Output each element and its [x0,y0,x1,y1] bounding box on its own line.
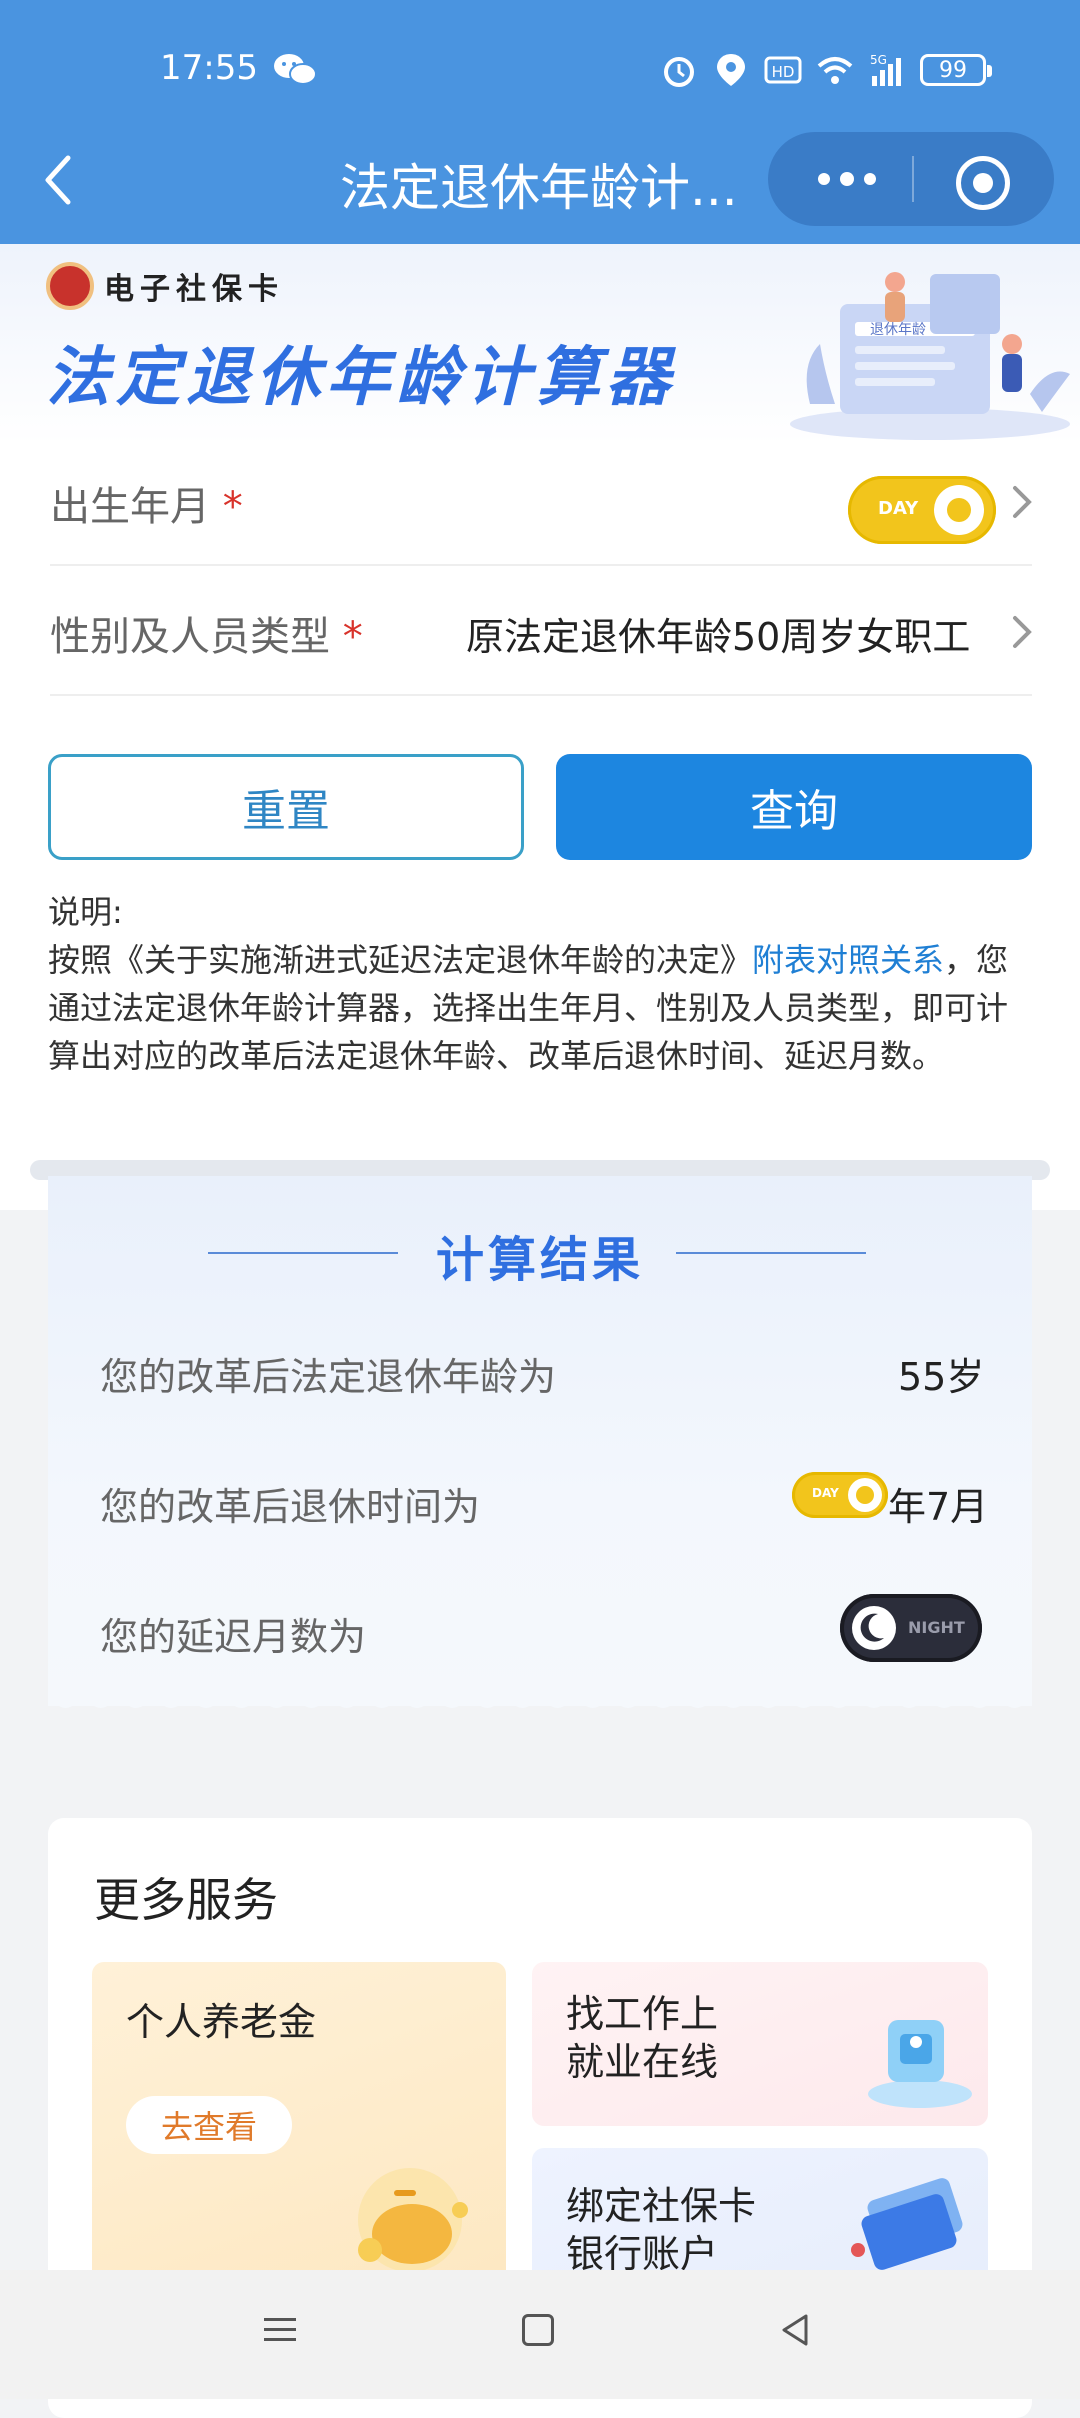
menu-icon[interactable] [262,2312,298,2348]
retirement-illustration: 退休年龄 [790,272,1070,440]
svg-text:5G: 5G [870,53,887,67]
battery-indicator: 99 [920,54,992,86]
birth-label: 出生年月 * [50,484,243,530]
banner-title: 法定退休年龄计算器 [46,341,676,415]
night-mode-toggle[interactable]: NIGHT [840,1594,982,1662]
toggle-label: NIGHT [908,1618,965,1637]
wechat-icon [274,54,317,85]
sun-icon [856,1486,874,1504]
job-tile-line2: 就业在线 [566,2040,719,2084]
home-icon[interactable] [522,2314,554,2346]
hd-icon: HD [764,56,802,84]
result-label-age: 您的改革后法定退休年龄为 [100,1355,557,1399]
type-select-value[interactable]: 原法定退休年龄50周岁女职工 [466,606,970,661]
sun-icon [947,498,971,522]
toggle-label: DAY [878,498,919,519]
type-label: 性别及人员类型 * [50,614,363,660]
toggle-label: DAY [812,1486,839,1500]
job-tile-line1: 找工作上 [566,1992,719,2036]
description-body: 按照《关于实施渐进式延迟法定退休年龄的决定》附表对照关系，您通过法定退休年龄计算… [48,941,1009,1075]
chevron-right-icon[interactable] [1010,612,1034,652]
status-time: 17:55 [160,48,258,88]
page-title: 法定退休年龄计... [340,159,738,217]
moon-icon [852,1606,896,1650]
result-label-time: 您的改革后退休时间为 [100,1485,481,1529]
bank-tile-line1: 绑定社保卡 [566,2184,757,2228]
query-button[interactable]: 查询 [556,754,1032,860]
logo-text: 电子社保卡 [104,272,284,307]
pension-tile-label: 个人养老金 [126,2000,317,2044]
piggy-bank-icon [358,2168,468,2272]
svg-text:HD: HD [772,63,795,81]
back-icon[interactable] [38,150,78,210]
description-heading: 说明: [48,893,123,931]
job-illustration-icon [868,2020,972,2108]
signal-icon: 5G [870,53,901,86]
location-icon [717,54,745,86]
more-services-title: 更多服务 [94,1873,278,1927]
description: 说明: 按照《关于实施渐进式延迟法定退休年龄的决定》附表对照关系，您通过法定退休… [48,888,1034,1080]
alarm-icon [664,57,694,87]
divider [50,564,1032,566]
result-title: 计算结果 [435,1232,644,1288]
chevron-right-icon[interactable] [1010,482,1034,522]
close-miniapp-icon[interactable] [956,156,1010,210]
result-value-age: 55岁 [898,1355,985,1399]
svg-text:退休年龄: 退休年龄 [870,322,926,338]
reset-button[interactable]: 重置 [48,754,524,860]
system-back-icon[interactable] [778,2312,814,2348]
bank-card-icon [851,2178,963,2270]
social-security-logo-icon [46,262,94,310]
more-options-icon[interactable] [800,150,894,208]
result-label-delay: 您的延迟月数为 [100,1615,367,1659]
wifi-icon [817,57,853,84]
status-icons: HD 5G 99 [660,50,992,90]
divider [50,694,1032,696]
day-mode-toggle-small[interactable]: DAY [792,1472,888,1518]
capsule-divider [912,156,914,202]
result-card-wave-edge [48,1694,1032,1708]
day-mode-toggle[interactable]: DAY [848,476,996,544]
comparison-table-link[interactable]: 附表对照关系 [752,941,944,979]
result-value-time: 年7月 [888,1485,989,1529]
view-pension-button[interactable]: 去查看 [126,2096,292,2154]
